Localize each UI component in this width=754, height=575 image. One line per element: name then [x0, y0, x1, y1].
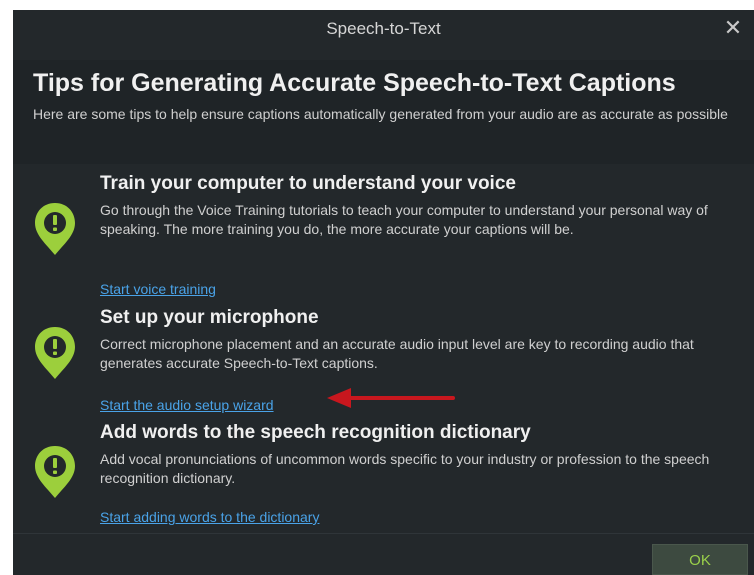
tip-description: Go through the Voice Training tutorials … [100, 202, 708, 237]
close-icon[interactable]: ✕ [720, 15, 746, 41]
tips-header: Tips for Generating Accurate Speech-to-T… [13, 60, 754, 164]
start-voice-training-link[interactable]: Start voice training [100, 281, 216, 297]
tip-title: Train your computer to understand your v… [100, 173, 516, 194]
header-title: Tips for Generating Accurate Speech-to-T… [33, 69, 676, 97]
dialog-title: Speech-to-Text [326, 19, 441, 38]
start-adding-words-link[interactable]: Start adding words to the dictionary [100, 509, 319, 525]
exclamation-pin-icon [35, 446, 75, 498]
tip-title: Add words to the speech recognition dict… [100, 422, 531, 443]
exclamation-pin-icon [35, 203, 75, 255]
ok-button[interactable]: OK [652, 544, 748, 575]
speech-to-text-dialog: Speech-to-Text ✕ Tips for Generating Acc… [13, 10, 754, 575]
red-arrow-annotation [327, 388, 455, 408]
start-audio-setup-wizard-link[interactable]: Start the audio setup wizard [100, 397, 274, 413]
header-description: Here are some tips to help ensure captio… [33, 106, 728, 122]
footer-divider [13, 533, 754, 534]
exclamation-pin-icon [35, 327, 75, 379]
tip-title: Set up your microphone [100, 307, 319, 328]
tip-description: Add vocal pronunciations of uncommon wor… [100, 451, 710, 486]
tip-description: Correct microphone placement and an accu… [100, 336, 694, 371]
